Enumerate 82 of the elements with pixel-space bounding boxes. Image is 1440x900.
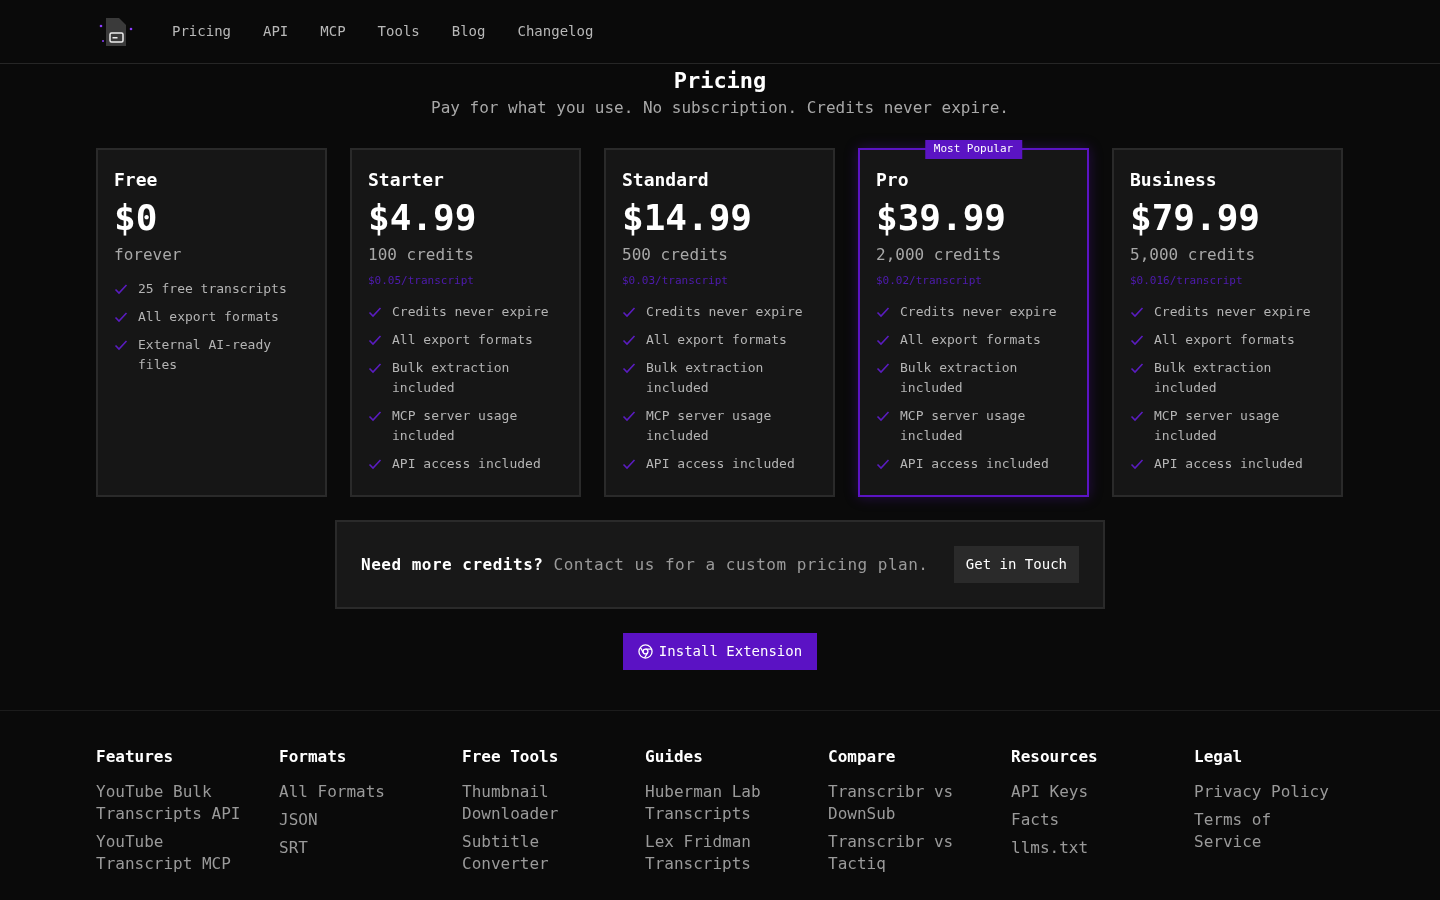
plan-credits: 500 credits <box>622 244 729 266</box>
footer-link[interactable]: Transcribr vs DownSub <box>828 781 979 825</box>
feature-text: API access included <box>392 454 541 473</box>
feature-text: API access included <box>1154 454 1303 473</box>
plan-credits: forever <box>114 244 183 266</box>
footer-heading: Compare <box>828 746 897 768</box>
plan-price: $39.99 <box>876 196 1008 240</box>
check-icon <box>114 338 128 352</box>
feature-text: Bulk extraction included <box>646 358 765 397</box>
plan-credits: 5,000 credits <box>1130 244 1257 266</box>
footer-link[interactable]: Transcribr vs Tactiq <box>828 831 979 875</box>
footer-link[interactable]: Subtitle Converter <box>462 831 613 875</box>
footer-heading: Formats <box>279 746 348 768</box>
feature-text: All export formats <box>900 330 1041 349</box>
footer-heading: Legal <box>1194 746 1244 768</box>
footer-heading: Free Tools <box>462 746 560 768</box>
get-in-touch-button[interactable]: Get in Touch <box>953 546 1079 583</box>
logo-icon[interactable] <box>98 15 134 48</box>
feature-text: Credits never expire <box>646 302 803 321</box>
plan-price: $14.99 <box>622 196 754 240</box>
price-per-transcript: $0.05/transcript <box>368 273 475 289</box>
feature-text: Bulk extraction included <box>900 358 1019 397</box>
footer-link[interactable]: Privacy Policy <box>1194 781 1345 803</box>
plan-name: Business <box>1130 168 1218 192</box>
footer-link[interactable]: Huberman Lab Transcripts <box>645 781 796 825</box>
plan-credits: 100 credits <box>368 244 475 266</box>
install-extension-button[interactable]: Install Extension <box>622 633 818 670</box>
footer-link[interactable]: llms.txt <box>1011 837 1162 859</box>
feature-text: MCP server usage included <box>646 406 773 445</box>
footer-link[interactable]: Terms of Service <box>1194 809 1345 853</box>
feature-text: All export formats <box>646 330 787 349</box>
nav-link[interactable]: API <box>263 21 289 42</box>
plan-name: Pro <box>876 168 910 192</box>
feature-text: External AI-ready files <box>138 336 273 374</box>
plan-name: Standard <box>622 168 710 192</box>
feature-text: API access included <box>900 454 1049 473</box>
footer-link[interactable]: YouTube Transcript MCP <box>96 831 247 875</box>
feature-text: MCP server usage included <box>900 406 1027 445</box>
plan-price: $79.99 <box>1130 196 1262 240</box>
page-subtitle: Pay for what you use. No subscription. Credits never expire. <box>430 97 1010 119</box>
plan-credits: 2,000 credits <box>876 244 1003 266</box>
popular-badge: Most Popular <box>924 140 1023 159</box>
footer-link[interactable]: Thumbnail Downloader <box>462 781 613 825</box>
price-per-transcript: $0.016/transcript <box>1130 273 1244 289</box>
footer-link[interactable]: All Formats <box>279 781 430 803</box>
feature-text: 25 free transcripts <box>138 280 287 298</box>
feature-text: All export formats <box>138 308 279 326</box>
nav-link[interactable]: Tools <box>377 21 420 42</box>
footer-link[interactable]: API Keys <box>1011 781 1162 803</box>
nav-link[interactable]: Changelog <box>517 21 594 42</box>
footer-link[interactable]: SRT <box>279 837 430 859</box>
plan-name: Free <box>114 168 159 192</box>
footer-link[interactable]: Facts <box>1011 809 1162 831</box>
contact-message: Need more credits? Contact us for a custom pricing plan. <box>361 553 929 576</box>
price-per-transcript: $0.03/transcript <box>622 273 729 289</box>
feature-text: Credits never expire <box>900 302 1057 321</box>
nav-link[interactable]: MCP <box>320 21 346 42</box>
feature-text: Bulk extraction included <box>1154 358 1273 397</box>
feature-text: All export formats <box>392 330 533 349</box>
footer-heading: Guides <box>645 746 704 768</box>
price-per-transcript: $0.02/transcript <box>876 273 983 289</box>
feature-text: MCP server usage included <box>392 406 519 445</box>
feature-text: All export formats <box>1154 330 1295 349</box>
nav-link[interactable]: Pricing <box>172 21 231 42</box>
footer-link[interactable]: Lex Fridman Transcripts <box>645 831 796 875</box>
nav-link[interactable]: Blog <box>451 21 486 42</box>
footer-link[interactable]: JSON <box>279 809 430 831</box>
plan-price: $0 <box>114 196 159 240</box>
check-icon <box>114 282 128 296</box>
feature-text: Bulk extraction included <box>392 358 511 397</box>
feature-text: Credits never expire <box>1154 302 1311 321</box>
plan-name: Starter <box>368 168 445 192</box>
footer-heading: Features <box>96 746 175 768</box>
page-title: Pricing <box>672 68 768 94</box>
feature-text: API access included <box>646 454 795 473</box>
footer-heading: Resources <box>1011 746 1099 768</box>
check-icon <box>114 310 128 324</box>
browser-icon <box>637 644 653 659</box>
feature-text: Credits never expire <box>392 302 549 321</box>
footer-link[interactable]: YouTube Bulk Transcripts API <box>96 781 247 825</box>
plan-price: $4.99 <box>368 196 478 240</box>
feature-text: MCP server usage included <box>1154 406 1281 445</box>
